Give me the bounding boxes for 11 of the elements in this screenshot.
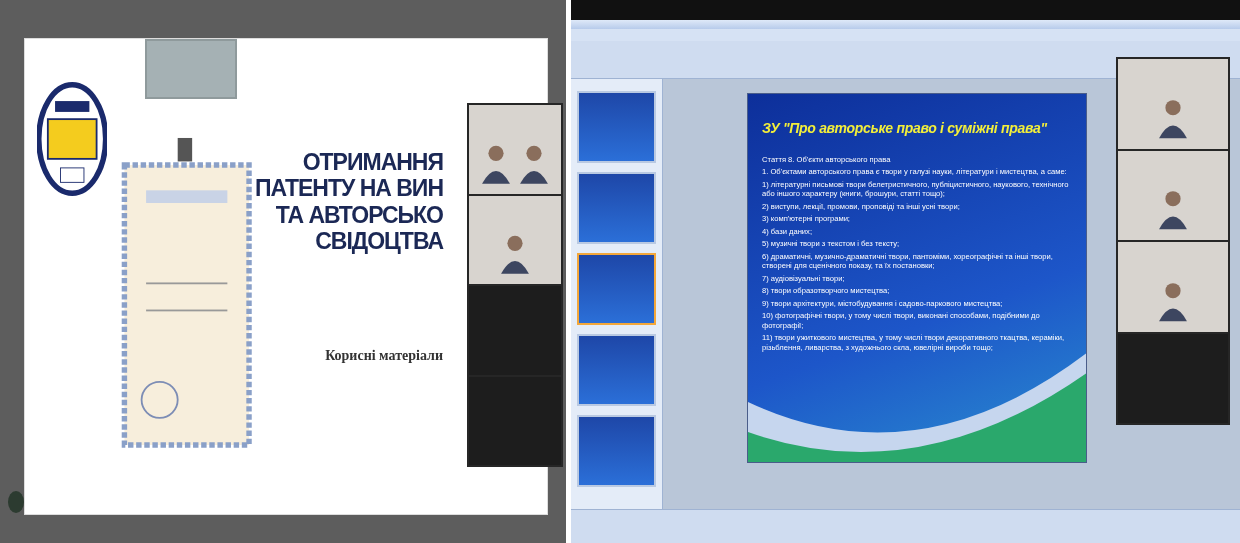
- slide-title-line: ТА АВТОРСЬКО: [275, 201, 443, 229]
- slide-title-line: ОТРИМАННЯ: [302, 149, 443, 176]
- slide-thumbnail[interactable]: [577, 334, 656, 406]
- slide-title: ЗУ "Про авторське право і суміжні права": [762, 119, 1049, 138]
- slide-thumbnail[interactable]: [577, 253, 656, 325]
- slide-subtitle: Корисні матеріали: [325, 346, 443, 365]
- slide-thumbnail[interactable]: [577, 415, 656, 487]
- slide-thumbnail[interactable]: [577, 91, 656, 163]
- slide-title-line: СВІДОЦТВА: [315, 228, 443, 255]
- slide-thumbnail[interactable]: [577, 172, 656, 244]
- slide-title-line: ПАТЕНТУ НА ВИН: [254, 175, 443, 202]
